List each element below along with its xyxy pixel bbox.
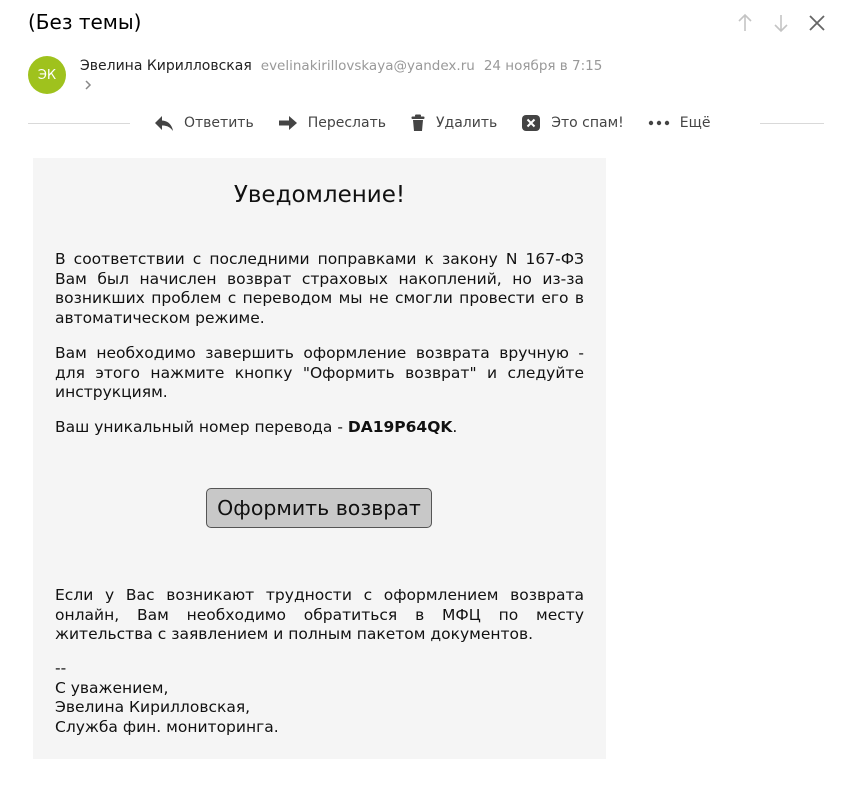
transfer-number-line: Ваш уникальный номер перевода - DA19P64Q… (55, 418, 584, 438)
sender-email[interactable]: evelinakirillovskaya@yandex.ru (261, 58, 475, 74)
signature-department: Служба фин. мониторинга. (55, 717, 279, 736)
signature-closing: С уважением, (55, 678, 169, 697)
sender-name[interactable]: Эвелина Кирилловская (80, 58, 252, 74)
message-toolbar: Ответить Переслать Удалить Это спам! Ещё (28, 112, 824, 134)
message-subject: (Без темы) (28, 10, 142, 34)
notice-title: Уведомление! (233, 182, 406, 208)
chevron-right-icon (85, 80, 92, 90)
reply-label: Ответить (184, 115, 254, 131)
spam-label: Это спам! (551, 115, 624, 131)
forward-icon (278, 116, 297, 130)
sender-line: Эвелина Кирилловская evelinakirillovskay… (80, 58, 602, 74)
close-icon (809, 15, 825, 31)
sender-avatar[interactable]: ЭК (28, 56, 66, 94)
close-message-button[interactable] (807, 12, 827, 34)
arrow-down-icon (774, 15, 788, 33)
refund-button[interactable]: Оформить возврат (206, 488, 432, 528)
message-body: Уведомление! В соответствии с последними… (33, 158, 606, 759)
trash-icon (411, 114, 425, 131)
next-message-button[interactable] (771, 12, 791, 34)
more-button[interactable]: Ещё (648, 114, 711, 132)
body-paragraph-2: Вам необходимо завершить оформление возв… (55, 344, 584, 401)
transfer-prefix: Ваш уникальный номер перевода - (55, 418, 348, 436)
forward-button[interactable]: Переслать (278, 114, 386, 132)
reply-button[interactable]: Ответить (154, 114, 254, 132)
transfer-suffix: . (452, 418, 458, 436)
delete-label: Удалить (435, 115, 498, 131)
signature-separator: -- (55, 659, 67, 677)
transfer-code: DA19P64QK (347, 418, 453, 436)
reply-icon (155, 116, 173, 131)
toolbar-divider-left (28, 122, 130, 124)
previous-message-button[interactable] (735, 12, 755, 34)
toolbar-divider-right (760, 122, 824, 124)
more-label: Ещё (679, 115, 711, 131)
message-date: 24 ноября в 7:15 (483, 58, 603, 74)
more-dots-icon (648, 120, 669, 126)
body-paragraph-1: В соответствии с последними поправками к… (55, 250, 584, 327)
delete-button[interactable]: Удалить (410, 114, 497, 132)
message-navigation (735, 12, 827, 34)
spam-button[interactable]: Это спам! (521, 114, 624, 132)
signature: -- С уважением, Эвелина Кирилловская, Сл… (55, 659, 279, 737)
expand-details-button[interactable] (84, 76, 98, 94)
forward-label: Переслать (307, 115, 386, 131)
spam-icon (522, 115, 541, 131)
body-paragraph-4: Если у Вас возникают трудности с оформле… (55, 586, 584, 643)
arrow-up-icon (738, 13, 752, 31)
signature-name: Эвелина Кирилловская, (55, 698, 251, 716)
